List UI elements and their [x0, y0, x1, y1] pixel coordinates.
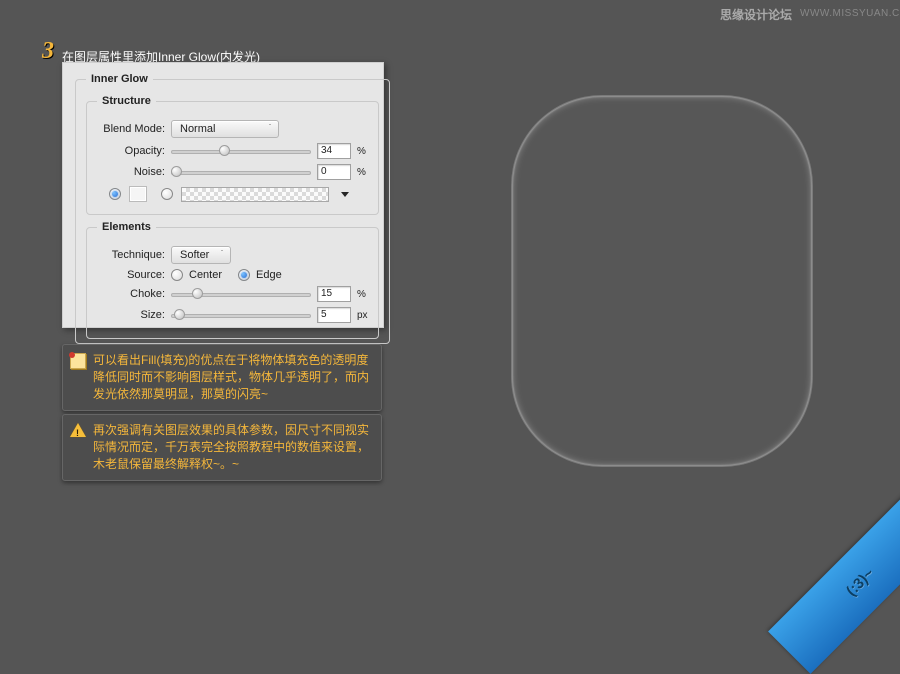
corner-ribbon-text: (:3)~: [843, 565, 878, 600]
size-input[interactable]: 5: [317, 307, 351, 323]
choke-label: Choke:: [97, 288, 165, 300]
source-edge-radio[interactable]: [238, 269, 250, 281]
size-unit: px: [357, 310, 368, 321]
note-warning-text: 再次强调有关图层效果的具体参数，因尺寸不同视实际情况而定，千万表完全按照教程中的…: [93, 423, 369, 471]
choke-input[interactable]: 15: [317, 286, 351, 302]
source-label: Source:: [97, 269, 165, 281]
noise-unit: %: [357, 167, 366, 178]
choke-unit: %: [357, 289, 366, 300]
color-gradient-radio[interactable]: [161, 188, 173, 200]
note-warning: 再次强调有关图层效果的具体参数，因尺寸不同视实际情况而定，千万表完全按照教程中的…: [62, 414, 382, 481]
opacity-label: Opacity:: [97, 145, 165, 157]
technique-select[interactable]: Softer: [171, 246, 231, 264]
technique-label: Technique:: [97, 249, 165, 261]
elements-legend: Elements: [97, 221, 156, 233]
opacity-input[interactable]: 34: [317, 143, 351, 159]
note-fill-tip: 可以看出Fill(填充)的优点在于将物体填充色的透明度降低同时而不影响图层样式，…: [62, 344, 382, 411]
inner-glow-fieldset: Inner Glow Structure Blend Mode: Normal …: [75, 73, 390, 344]
corner-ribbon: (:3)~: [768, 490, 900, 674]
blend-mode-select[interactable]: Normal: [171, 120, 279, 138]
warning-icon: [70, 423, 86, 437]
source-center-label: Center: [189, 269, 222, 281]
opacity-slider[interactable]: [171, 144, 311, 158]
noise-label: Noise:: [97, 166, 165, 178]
step-number: 3: [42, 38, 54, 65]
choke-slider[interactable]: [171, 287, 311, 301]
structure-fieldset: Structure Blend Mode: Normal Opacity: 34…: [86, 95, 379, 215]
note-fill-text: 可以看出Fill(填充)的优点在于将物体填充色的透明度降低同时而不影响图层样式，…: [93, 353, 369, 401]
noise-slider[interactable]: [171, 165, 311, 179]
elements-fieldset: Elements Technique: Softer Source: Cente…: [86, 221, 379, 339]
source-edge-label: Edge: [256, 269, 282, 281]
noise-input[interactable]: 0: [317, 164, 351, 180]
color-solid-radio[interactable]: [109, 188, 121, 200]
inner-glow-panel: Inner Glow Structure Blend Mode: Normal …: [62, 62, 384, 328]
inner-glow-legend: Inner Glow: [86, 73, 153, 85]
structure-legend: Structure: [97, 95, 156, 107]
watermark-url: WWW.MISSYUAN.COM: [800, 8, 900, 19]
sticky-note-icon: [70, 353, 86, 369]
source-center-radio[interactable]: [171, 269, 183, 281]
watermark-logo: 思缘设计论坛: [720, 6, 792, 23]
color-swatch[interactable]: [129, 186, 147, 202]
opacity-unit: %: [357, 146, 366, 157]
gradient-picker[interactable]: [181, 187, 329, 202]
mouse-preview-shape: [512, 96, 812, 466]
size-slider[interactable]: [171, 308, 311, 322]
blend-mode-label: Blend Mode:: [97, 123, 165, 135]
size-label: Size:: [97, 309, 165, 321]
gradient-dropdown-icon[interactable]: [341, 192, 349, 197]
